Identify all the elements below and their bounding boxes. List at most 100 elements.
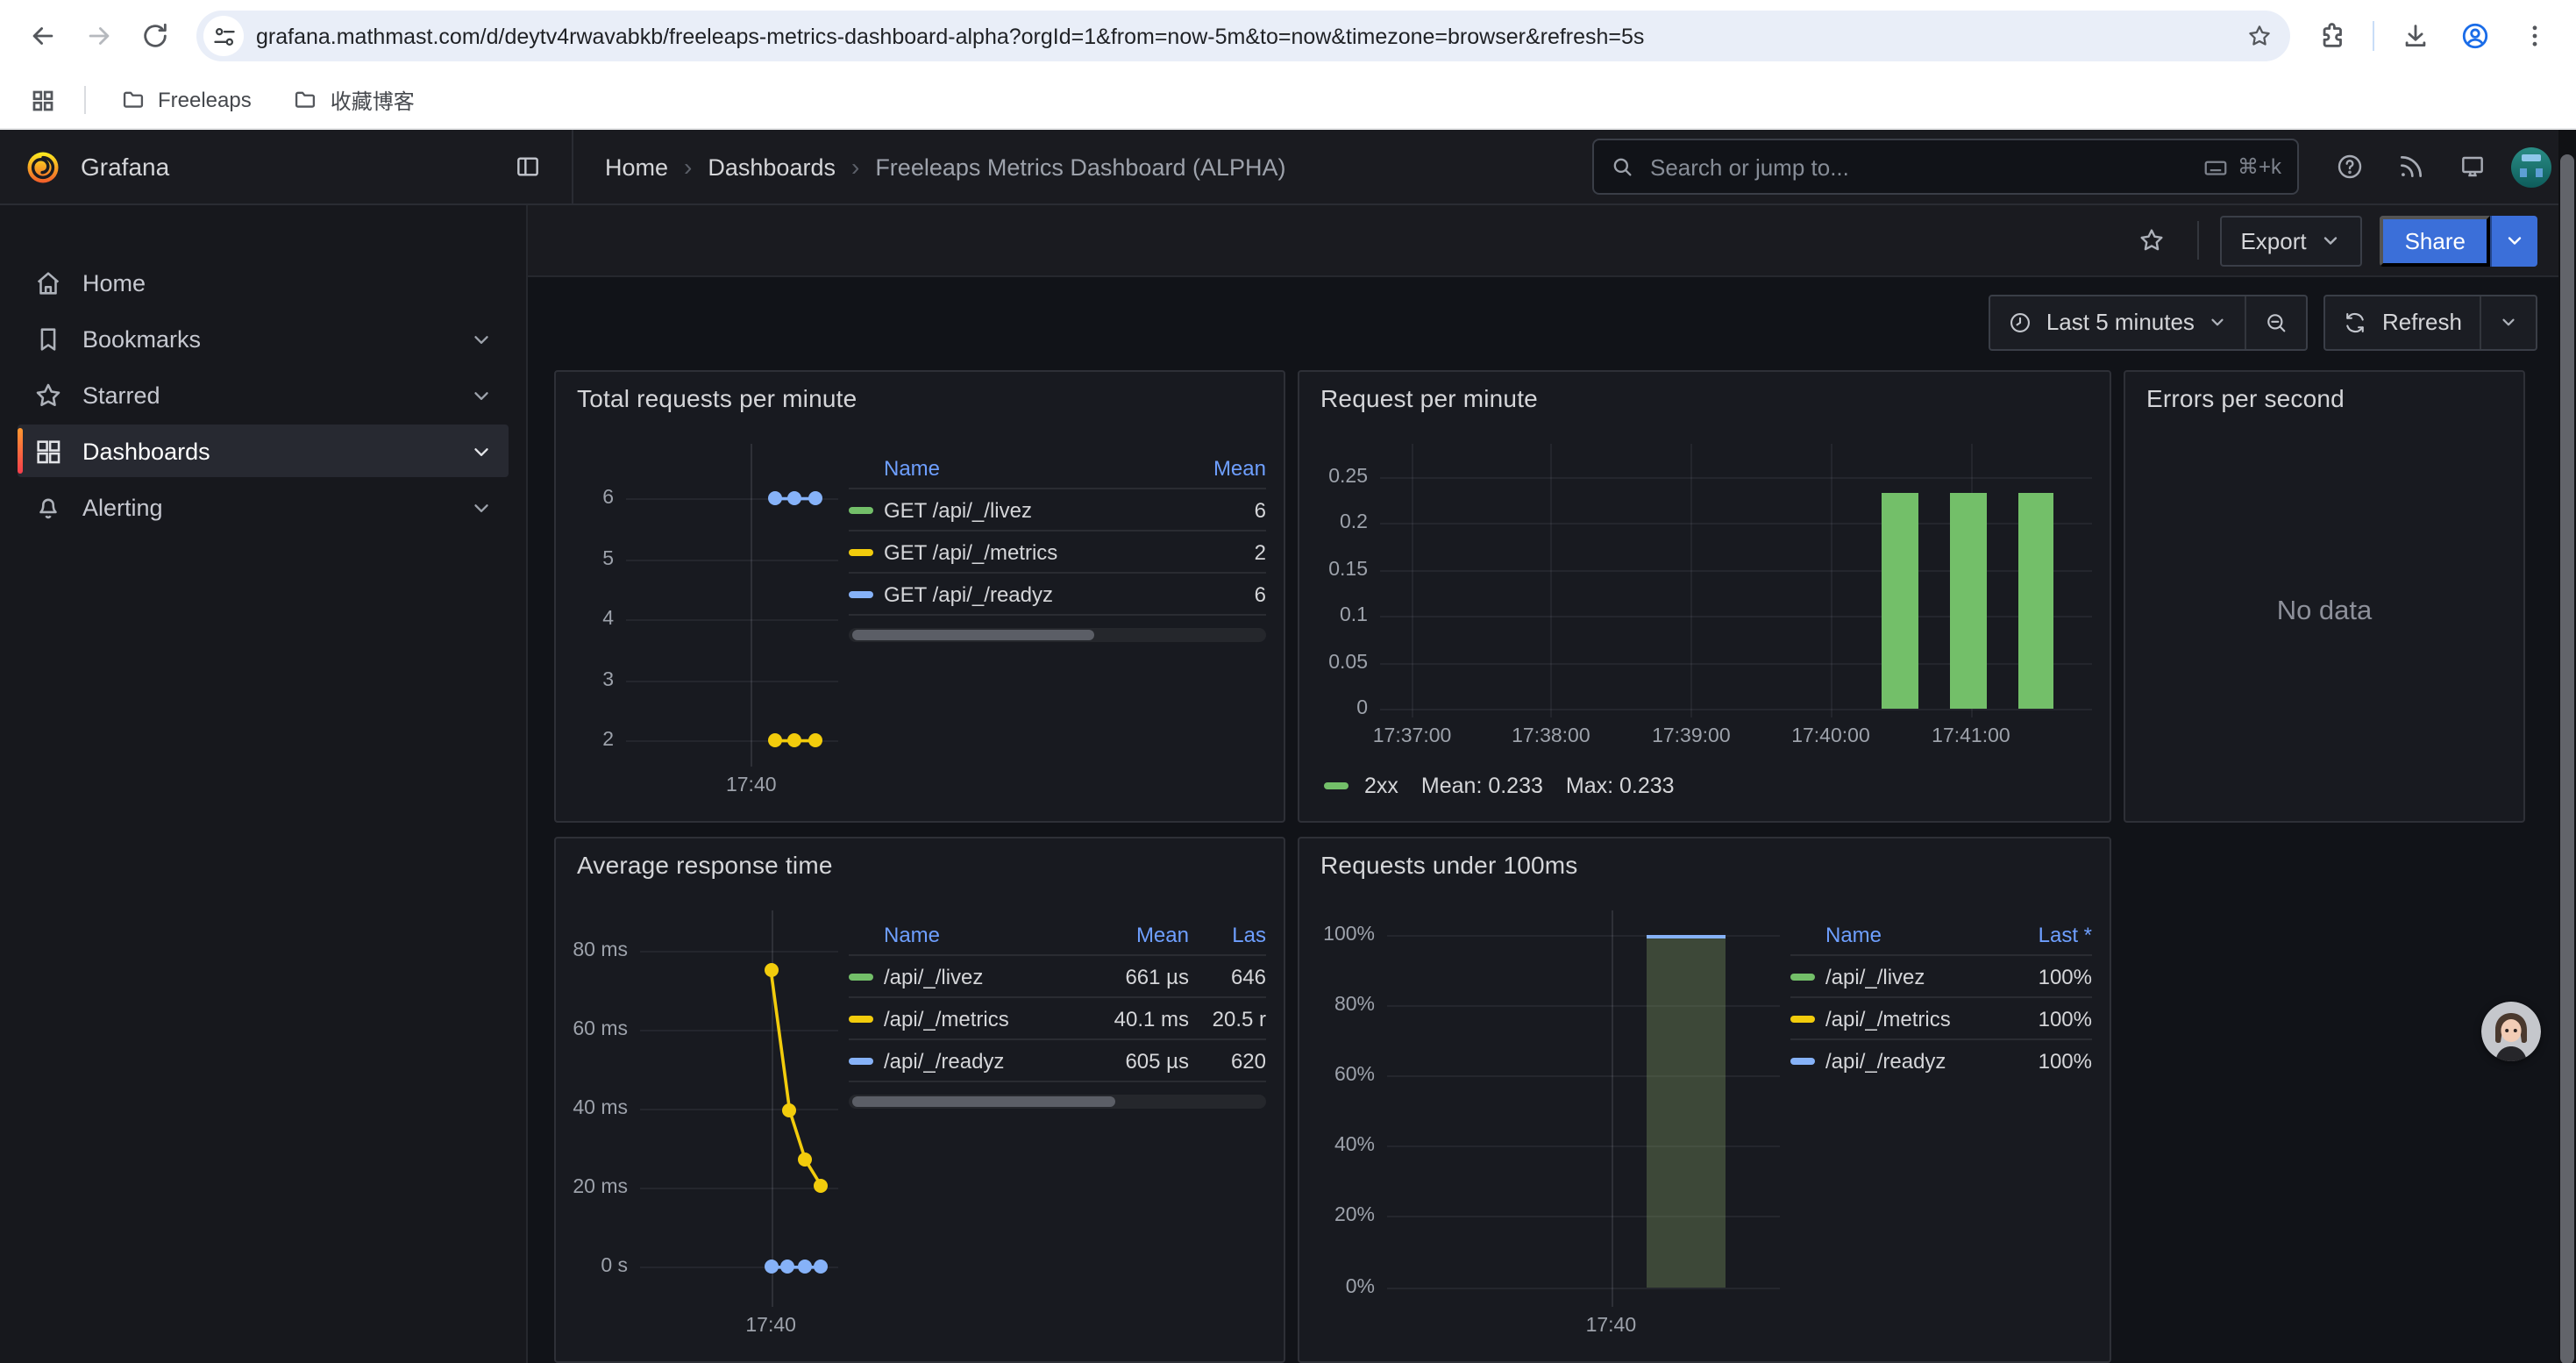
share-button[interactable]: Share [2380, 215, 2490, 266]
legend-scrollbar[interactable] [849, 628, 1266, 642]
legend-row[interactable]: GET /api/_/readyz 6 [849, 574, 1266, 616]
breadcrumb-dashboards[interactable]: Dashboards [708, 153, 836, 180]
breadcrumb-home[interactable]: Home [605, 153, 668, 180]
series-name[interactable]: 2xx [1364, 774, 1398, 798]
series-name[interactable]: /api/_/metrics [1825, 1006, 2001, 1031]
share-menu-caret[interactable] [2490, 215, 2537, 266]
address-bar[interactable]: grafana.mathmast.com/d/deytv4rwavabkb/fr… [196, 11, 2290, 61]
series-mean: Mean: 0.233 [1421, 774, 1543, 798]
panel-title[interactable]: Average response time [577, 851, 1266, 879]
back-icon[interactable] [18, 11, 67, 61]
sidebar-toggle-icon[interactable] [505, 144, 551, 189]
legend-row[interactable]: /api/_/readyz 605 µs 620 [849, 1040, 1266, 1082]
series-name[interactable]: GET /api/_/metrics [884, 539, 1175, 564]
refresh-button[interactable]: Refresh [2326, 296, 2480, 348]
panel-title[interactable]: Requests under 100ms [1320, 851, 2092, 879]
page-scrollbar-thumb[interactable] [2560, 154, 2574, 1363]
export-button[interactable]: Export [2219, 215, 2362, 266]
legend-scrollbar-thumb[interactable] [852, 1096, 1115, 1107]
panel-title[interactable]: Request per minute [1320, 384, 2092, 412]
help-icon[interactable] [2327, 144, 2373, 189]
legend-scrollbar[interactable] [849, 1095, 1266, 1109]
y-tick-label: 60% [1334, 1063, 1375, 1088]
grafana-body: Home Bookmarks Starred Dashboards [0, 205, 2576, 1363]
legend-row[interactable]: /api/_/metrics 100% [1790, 998, 2092, 1040]
search-icon [1610, 154, 1634, 179]
legend-inline[interactable]: 2xx Mean: 0.233 Max: 0.233 [1317, 767, 2092, 805]
y-tick-label: 80% [1334, 993, 1375, 1017]
y-tick-label: 0.1 [1340, 604, 1368, 629]
keyboard-icon [2202, 153, 2229, 180]
legend-header-name[interactable]: Name [1790, 922, 2001, 946]
reload-icon[interactable] [130, 11, 179, 61]
extensions-icon[interactable] [2308, 11, 2357, 61]
panel-row-2: Average response time 80 ms60 ms40 ms20 … [554, 837, 2576, 1363]
search-input-wrap[interactable]: ⌘+k [1592, 139, 2299, 195]
legend-header-name[interactable]: Name [849, 455, 1175, 480]
sidebar-item-bookmarks[interactable]: Bookmarks [18, 312, 509, 365]
menu-kebab-icon[interactable] [2509, 11, 2558, 61]
legend-header-name[interactable]: Name [849, 922, 1077, 946]
sidebar-item-alerting[interactable]: Alerting [18, 481, 509, 533]
panels-grid: Total requests per minute 6543217:40 Nam… [528, 367, 2576, 1363]
series-color-pill [849, 1057, 873, 1064]
grafana-logo[interactable] [25, 148, 61, 185]
panel-title[interactable]: Errors per second [2146, 384, 2506, 412]
series-mean: 661 µs [1087, 964, 1189, 988]
legend-row[interactable]: /api/_/livez 100% [1790, 956, 2092, 998]
sidebar-item-starred[interactable]: Starred [18, 368, 509, 421]
series-name[interactable]: /api/_/metrics [884, 1006, 1077, 1031]
search-input[interactable] [1647, 152, 2190, 182]
monitor-icon[interactable] [2450, 144, 2495, 189]
dashboard-content: Export Share [528, 205, 2576, 1363]
y-tick-label: 40 ms [573, 1096, 628, 1121]
series-name[interactable]: /api/_/readyz [884, 1048, 1077, 1073]
chevron-down-icon[interactable] [470, 496, 493, 518]
legend-row[interactable]: /api/_/readyz 100% [1790, 1040, 2092, 1081]
bookmark-folder-blogs[interactable]: 收藏博客 [280, 80, 429, 120]
profile-icon[interactable] [2450, 11, 2499, 61]
series-name[interactable]: /api/_/livez [884, 964, 1077, 988]
user-avatar[interactable] [2511, 146, 2551, 187]
series-name[interactable]: /api/_/readyz [1825, 1048, 2001, 1073]
time-range-picker[interactable]: Last 5 minutes [1990, 296, 2245, 348]
chevron-down-icon [2499, 312, 2518, 332]
assistant-avatar-widget[interactable] [2481, 1002, 2541, 1061]
chevron-down-icon[interactable] [470, 439, 493, 462]
series-name[interactable]: GET /api/_/livez [884, 497, 1175, 522]
legend-header-last[interactable]: Las [1199, 922, 1266, 946]
x-axis: 17:37:0017:38:0017:39:0017:40:0017:41:00 [1380, 717, 2092, 753]
series-name[interactable]: GET /api/_/readyz [884, 582, 1175, 606]
site-settings-icon[interactable] [203, 16, 244, 56]
series-name[interactable]: /api/_/livez [1825, 964, 2001, 988]
series-mean: 605 µs [1087, 1048, 1189, 1073]
series-color-pill [849, 590, 873, 597]
legend-row[interactable]: GET /api/_/livez 6 [849, 489, 1266, 532]
chevron-down-icon[interactable] [470, 327, 493, 350]
zoom-out-button[interactable] [2245, 296, 2307, 348]
legend-row[interactable]: /api/_/livez 661 µs 646 [849, 956, 1266, 998]
panel-title[interactable]: Total requests per minute [577, 384, 1266, 412]
apps-grid-icon[interactable] [21, 79, 63, 121]
download-icon[interactable] [2390, 11, 2439, 61]
url-text[interactable]: grafana.mathmast.com/d/deytv4rwavabkb/fr… [256, 24, 2238, 48]
bookmark-star-icon[interactable] [2238, 15, 2280, 57]
favorite-star-icon[interactable] [2126, 216, 2175, 265]
legend-header-last[interactable]: Last * [2011, 922, 2092, 946]
breadcrumb: Home › Dashboards › Freeleaps Metrics Da… [605, 153, 1564, 181]
legend-header-mean[interactable]: Mean [1087, 922, 1189, 946]
legend-scrollbar-thumb[interactable] [852, 630, 1094, 640]
sidebar-item-home[interactable]: Home [18, 256, 509, 309]
page-scrollbar[interactable] [2558, 130, 2576, 1363]
bookmark-folder-freeleaps[interactable]: Freeleaps [107, 82, 266, 118]
legend-header-mean[interactable]: Mean [1185, 455, 1266, 480]
search-shortcut: ⌘+k [2202, 153, 2281, 180]
plot-area: 17:40 [626, 444, 838, 767]
sidebar-item-dashboards[interactable]: Dashboards [18, 425, 509, 477]
panel-request-per-minute: Request per minute 0.250.20.150.10.05017… [1298, 370, 2111, 823]
legend-row[interactable]: /api/_/metrics 40.1 ms 20.5 r [849, 998, 1266, 1040]
legend-row[interactable]: GET /api/_/metrics 2 [849, 532, 1266, 574]
chevron-down-icon[interactable] [470, 383, 493, 406]
refresh-interval-caret[interactable] [2480, 296, 2536, 348]
news-rss-icon[interactable] [2388, 144, 2434, 189]
